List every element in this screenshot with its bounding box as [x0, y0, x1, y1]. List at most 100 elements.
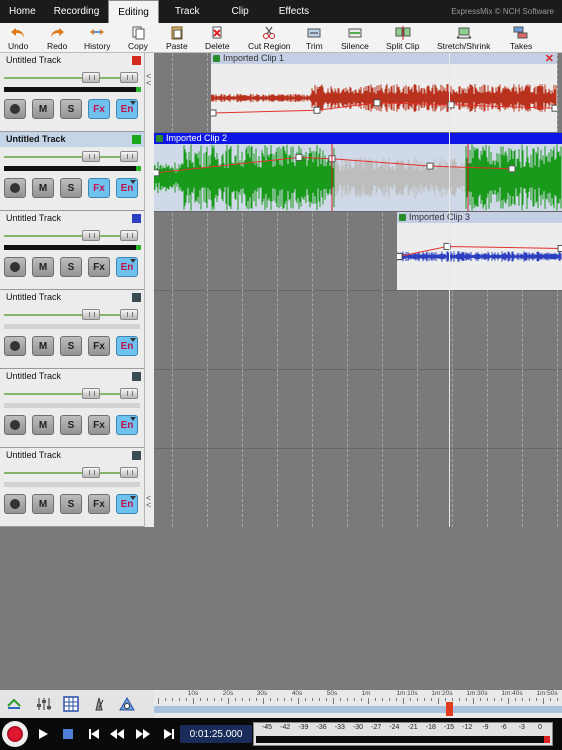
solo-button[interactable]: S — [60, 415, 82, 435]
mute-button[interactable]: M — [32, 178, 54, 198]
tab-track[interactable]: Track — [159, 0, 216, 23]
pan-slider-knob[interactable] — [120, 151, 138, 162]
envelope-handle[interactable] — [313, 106, 321, 114]
snap-icon[interactable] — [6, 696, 22, 712]
track-name[interactable]: Untitled Track — [6, 55, 61, 65]
track-header[interactable]: Untitled Track M S Fx En — [0, 369, 144, 448]
solo-button[interactable]: S — [60, 336, 82, 356]
envelope-handle[interactable] — [154, 169, 160, 177]
tab-editing[interactable]: Editing — [108, 0, 159, 23]
fx-button[interactable]: Fx — [88, 257, 110, 277]
envelope-handle[interactable] — [551, 104, 557, 112]
go-to-end-button[interactable] — [158, 723, 180, 745]
paste-button[interactable]: Paste — [166, 23, 188, 53]
takes-button[interactable]: Takes — [510, 23, 532, 53]
volume-slider-knob[interactable] — [82, 230, 100, 241]
volume-slider-knob[interactable] — [82, 467, 100, 478]
envelope-handle[interactable] — [211, 109, 217, 117]
track-header[interactable]: Untitled Track M S Fx En — [0, 448, 144, 527]
stop-button[interactable] — [57, 723, 79, 745]
delete-button[interactable]: Delete — [205, 23, 230, 53]
cut-region-button[interactable]: Cut Region — [248, 23, 291, 53]
copy-button[interactable]: Copy — [128, 23, 148, 53]
trim-button[interactable]: Trim — [306, 23, 323, 53]
track-name[interactable]: Untitled Track — [6, 371, 61, 381]
enable-button[interactable]: En — [116, 336, 138, 356]
track-title-bar[interactable]: Untitled Track — [0, 211, 144, 226]
pan-slider-knob[interactable] — [120, 388, 138, 399]
enable-button[interactable]: En — [116, 494, 138, 514]
fx-button[interactable]: Fx — [88, 336, 110, 356]
grid-icon[interactable] — [63, 696, 79, 712]
tab-home[interactable]: Home — [0, 0, 45, 23]
tab-recording[interactable]: Recording — [45, 0, 109, 23]
track-name[interactable]: Untitled Track — [6, 450, 61, 460]
redo-button[interactable]: Redo — [47, 23, 67, 53]
volume-slider-knob[interactable] — [82, 72, 100, 83]
solo-button[interactable]: S — [60, 178, 82, 198]
mute-button[interactable]: M — [32, 257, 54, 277]
clip-3[interactable]: Imported Clip 3 — [397, 212, 562, 290]
clip-2-header[interactable]: Imported Clip 2 — [154, 133, 562, 144]
track-header[interactable]: Untitled Track M S Fx En — [0, 53, 144, 132]
enable-button[interactable]: En — [116, 415, 138, 435]
enable-button[interactable]: En — [116, 178, 138, 198]
record-arm-button[interactable] — [4, 178, 26, 198]
tab-clip[interactable]: Clip — [216, 0, 265, 23]
track-color-swatch[interactable] — [132, 135, 141, 144]
track-title-bar[interactable]: Untitled Track — [0, 132, 144, 147]
record-arm-button[interactable] — [4, 415, 26, 435]
envelope-handle[interactable] — [397, 253, 403, 260]
track-title-bar[interactable]: Untitled Track — [0, 53, 144, 68]
tab-effects[interactable]: Effects — [265, 0, 323, 23]
fx-button[interactable]: Fx — [88, 415, 110, 435]
clip-1-header[interactable]: Imported Clip 1 ✕ — [211, 53, 557, 65]
solo-button[interactable]: S — [60, 257, 82, 277]
track-color-swatch[interactable] — [132, 56, 141, 65]
undo-button[interactable]: Undo — [8, 23, 28, 53]
fx-button[interactable]: Fx — [88, 494, 110, 514]
metronome-icon[interactable] — [91, 696, 107, 712]
ruler-playhead-marker[interactable] — [446, 702, 453, 716]
envelope-handle[interactable] — [426, 162, 434, 170]
mute-button[interactable]: M — [32, 415, 54, 435]
enable-button[interactable]: En — [116, 99, 138, 119]
collapse-strip[interactable]: < < < < — [144, 53, 154, 527]
clip-3-header[interactable]: Imported Clip 3 — [397, 212, 562, 223]
mute-button[interactable]: M — [32, 494, 54, 514]
track-header[interactable]: Untitled Track M S Fx En — [0, 211, 144, 290]
track-header[interactable]: Untitled Track M S Fx En — [0, 132, 144, 211]
split-clip-button[interactable]: Split Clip — [386, 23, 420, 53]
fx-button[interactable]: Fx — [88, 178, 110, 198]
pan-slider-knob[interactable] — [120, 467, 138, 478]
track-color-swatch[interactable] — [132, 372, 141, 381]
volume-slider-knob[interactable] — [82, 388, 100, 399]
envelope-handle[interactable] — [295, 153, 303, 161]
timeline-area[interactable]: Imported Clip 1 ✕ Imported Clip 2 Import… — [154, 53, 562, 527]
enable-button[interactable]: En — [116, 257, 138, 277]
solo-button[interactable]: S — [60, 494, 82, 514]
volume-slider-knob[interactable] — [82, 309, 100, 320]
play-button[interactable] — [32, 723, 54, 745]
track-header[interactable]: Untitled Track M S Fx En — [0, 290, 144, 369]
track-color-swatch[interactable] — [132, 451, 141, 460]
track-title-bar[interactable]: Untitled Track — [0, 369, 144, 384]
zoom-icon[interactable] — [119, 696, 135, 712]
rewind-button[interactable] — [106, 723, 128, 745]
mute-button[interactable]: M — [32, 99, 54, 119]
clip-1[interactable]: Imported Clip 1 ✕ — [211, 53, 557, 132]
envelope-handle[interactable] — [373, 99, 381, 107]
record-arm-button[interactable] — [4, 257, 26, 277]
track-name[interactable]: Untitled Track — [6, 213, 61, 223]
fast-forward-button[interactable] — [132, 723, 154, 745]
pan-slider-knob[interactable] — [120, 72, 138, 83]
stretch-shrink-button[interactable]: Stretch/Shrink — [437, 23, 490, 53]
go-to-start-button[interactable] — [83, 723, 105, 745]
record-arm-button[interactable] — [4, 494, 26, 514]
track-color-swatch[interactable] — [132, 293, 141, 302]
pan-slider-knob[interactable] — [120, 230, 138, 241]
time-ruler[interactable]: 10s 20s 30s 40s 50s 1m 1m:10s 1m:20s 1m:30s 1m:40… — [154, 690, 562, 718]
mute-button[interactable]: M — [32, 336, 54, 356]
collapse-chevron-bottom-icon[interactable]: < < — [146, 494, 151, 510]
track-title-bar[interactable]: Untitled Track — [0, 290, 144, 305]
